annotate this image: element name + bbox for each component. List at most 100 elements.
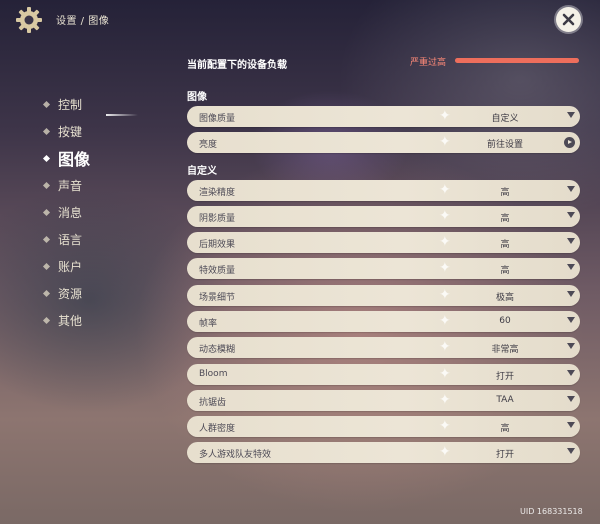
setting-value: 打开 [495,450,514,460]
setting-label: 多人游戏队友特效 [199,450,272,460]
setting-value: 高 [500,424,510,434]
setting-label: 抗锯齿 [199,398,227,408]
bullet-icon [42,154,51,162]
sidebar-item-label: 控制 [58,97,83,112]
sidebar-item-resources[interactable]: 资源 [42,283,83,303]
sparkle-icon: ✦ [439,444,451,460]
setting-row-scene-detail[interactable]: 场景细节 ✦ 极高 [187,285,580,306]
sidebar-item-label: 语言 [58,232,83,247]
setting-value: 前往设置 [486,140,523,150]
sparkle-icon: ✦ [439,260,451,276]
chevron-down-icon [567,186,575,192]
setting-value: 高 [500,266,510,276]
sidebar-item-other[interactable]: 其他 [42,310,83,330]
setting-value: TAA [496,395,514,405]
sparkle-icon: ✦ [439,287,451,303]
sparkle-icon: ✦ [439,366,451,382]
sidebar-item-sound[interactable]: 声音 [42,175,83,195]
setting-label: 人群密度 [199,424,236,434]
setting-row-coop-teammate-effects[interactable]: 多人游戏队友特效 ✦ 打开 [187,442,580,463]
setting-label: 动态模糊 [199,345,236,355]
bullet-icon [42,289,51,297]
setting-row-frame-rate[interactable]: 帧率 ✦ 60 [187,311,580,332]
device-load-status: 严重过高 [410,58,447,68]
sparkle-icon: ✦ [439,339,451,355]
close-icon [562,13,575,26]
sidebar-item-language[interactable]: 语言 [42,229,83,249]
setting-row-brightness[interactable]: 亮度 ✦ 前往设置 [187,132,580,153]
setting-value: 60 [499,316,511,326]
setting-label: 渲染精度 [199,188,236,198]
top-bar: 设置 / 图像 [0,0,600,40]
setting-row-effects-quality[interactable]: 特效质量 ✦ 高 [187,258,580,279]
sidebar-item-keybindings[interactable]: 按键 [42,121,83,141]
sidebar-item-label: 消息 [58,205,83,220]
setting-row-render-resolution[interactable]: 渲染精度 ✦ 高 [187,180,580,201]
sparkle-icon: ✦ [439,392,451,408]
sparkle-icon: ✦ [439,108,451,124]
sidebar-item-label: 声音 [58,178,83,193]
setting-value: 极高 [495,293,514,303]
setting-row-post-processing[interactable]: 后期效果 ✦ 高 [187,232,580,253]
chevron-down-icon [567,291,575,297]
chevron-down-icon [567,370,575,376]
sidebar-item-controls[interactable]: 控制 [42,94,83,114]
setting-row-bloom[interactable]: Bloom ✦ 打开 [187,364,580,385]
chevron-down-icon [567,422,575,428]
close-button[interactable] [556,7,581,32]
device-load-bar-fill [455,58,579,63]
chevron-down-icon [567,317,575,323]
chevron-down-icon [567,343,575,349]
sparkle-icon: ✦ [439,134,451,150]
chevron-down-icon [567,396,575,402]
device-load-bar [455,58,579,63]
chevron-right-icon [564,137,575,148]
setting-label: 阴影质量 [199,214,236,224]
breadcrumb: 设置 / 图像 [56,16,110,27]
setting-value: 自定义 [491,114,519,124]
bullet-icon [42,208,51,216]
sidebar-item-label: 资源 [58,286,83,301]
section-title-graphics: 图像 [187,92,207,103]
setting-value: 高 [500,188,510,198]
setting-row-motion-blur[interactable]: 动态模糊 ✦ 非常高 [187,337,580,358]
sidebar-item-label: 按键 [58,124,83,139]
chevron-down-icon [567,112,575,118]
setting-value: 高 [500,214,510,224]
bullet-icon [42,235,51,243]
chevron-down-icon [567,264,575,270]
bullet-icon [42,316,51,324]
chevron-down-icon [567,238,575,244]
setting-row-graphics-quality[interactable]: 图像质量 ✦ 自定义 [187,106,580,127]
setting-row-crowd-density[interactable]: 人群密度 ✦ 高 [187,416,580,437]
setting-label: 帧率 [199,319,218,329]
sparkle-icon: ✦ [439,418,451,434]
chevron-down-icon [567,448,575,454]
sidebar-item-messages[interactable]: 消息 [42,202,83,222]
setting-label: Bloom [199,369,228,379]
gear-icon [16,7,42,33]
bullet-icon [42,100,51,108]
sidebar-item-graphics[interactable]: 图像 [42,148,91,169]
uid-label: UID 168331518 [520,507,583,516]
chevron-down-icon [567,212,575,218]
setting-row-anti-aliasing[interactable]: 抗锯齿 ✦ TAA [187,390,580,411]
setting-label: 后期效果 [199,240,236,250]
sidebar-item-label: 账户 [58,259,83,274]
setting-row-shadow-quality[interactable]: 阴影质量 ✦ 高 [187,206,580,227]
sidebar-item-label: 图像 [58,150,91,169]
sidebar-item-label: 其他 [58,313,83,328]
setting-label: 图像质量 [199,114,236,124]
sidebar-item-account[interactable]: 账户 [42,256,83,276]
section-title-custom: 自定义 [187,166,217,177]
setting-label: 场景细节 [199,293,236,303]
sparkle-icon: ✦ [439,208,451,224]
active-indicator [106,114,138,116]
setting-value: 非常高 [491,345,519,355]
setting-value: 高 [500,240,510,250]
device-load-title: 当前配置下的设备负载 [187,60,287,71]
bullet-icon [42,181,51,189]
bullet-icon [42,262,51,270]
setting-value: 打开 [495,372,514,382]
setting-label: 亮度 [199,140,218,150]
